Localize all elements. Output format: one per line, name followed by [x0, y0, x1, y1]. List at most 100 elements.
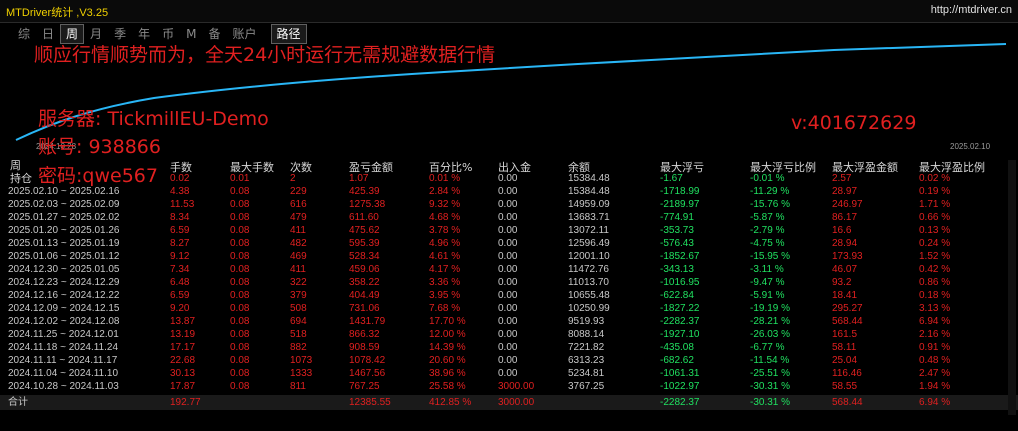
- cell-io: 0.00: [498, 303, 518, 314]
- cell-max-float-profit: 58.11: [832, 342, 857, 353]
- cell-max-lots: 0.01: [230, 173, 250, 184]
- table-row[interactable]: 2025.01.27 ~ 2025.02.02 8.34 0.08 479 611.60…: [0, 211, 1018, 224]
- table-row[interactable]: 2024.12.09 ~ 2024.12.15 9.20 0.08 508 731.06…: [0, 302, 1018, 315]
- cell-max-float-loss: -435.08: [660, 342, 694, 353]
- cell-max-lots: 0.08: [230, 329, 250, 340]
- cell-pnl: 1.07: [349, 173, 369, 184]
- cell-pnl: 595.39: [349, 238, 380, 249]
- cell-balance: 11472.76: [568, 264, 609, 275]
- cell-io: 0.00: [498, 329, 518, 340]
- cell-period: 2024.12.09 ~ 2024.12.15: [8, 303, 120, 314]
- weekly-rows: 2025.02.10 ~ 2025.02.16 4.38 0.08 229 425.39…: [0, 185, 1018, 393]
- table-row[interactable]: 2024.12.30 ~ 2025.01.05 7.34 0.08 411 459.06…: [0, 263, 1018, 276]
- table-row[interactable]: 2024.11.04 ~ 2024.11.10 30.13 0.08 1333 1467…: [0, 367, 1018, 380]
- cell-max-float-profit-pct: 0.19 %: [919, 186, 951, 197]
- cell-period: 2025.01.06 ~ 2025.01.12: [8, 251, 120, 262]
- cell-max-float-profit: 46.07: [832, 264, 858, 275]
- totals-max-float-loss: -2282.37: [660, 397, 700, 408]
- cell-lots: 0.02: [170, 173, 190, 184]
- cell-lots: 6.48: [170, 277, 190, 288]
- cell-balance: 14959.09: [568, 199, 610, 210]
- cell-max-float-profit-pct: 1.52 %: [919, 251, 951, 262]
- cell-max-lots: 0.08: [230, 251, 250, 262]
- cell-pnl: 475.62: [349, 225, 380, 236]
- cell-max-float-loss-pct: -5.87 %: [750, 212, 785, 223]
- cell-max-float-loss: -2189.97: [660, 199, 700, 210]
- table-row[interactable]: 2024.12.16 ~ 2024.12.22 6.59 0.08 379 404.49…: [0, 289, 1018, 302]
- table-row[interactable]: 2025.01.06 ~ 2025.01.12 9.12 0.08 469 528.34…: [0, 250, 1018, 263]
- cell-pct: 2.84 %: [429, 186, 461, 197]
- cell-pct: 12.00 %: [429, 329, 466, 340]
- cell-lots: 13.19: [170, 329, 196, 340]
- cell-period: 2024.12.30 ~ 2025.01.05: [8, 264, 120, 275]
- table-row[interactable]: 2025.02.10 ~ 2025.02.16 4.38 0.08 229 425.39…: [0, 185, 1018, 198]
- totals-max-float-loss-pct: -30.31 %: [750, 397, 791, 408]
- totals-pnl: 12385.55: [349, 397, 391, 408]
- cell-max-float-profit-pct: 1.71 %: [919, 199, 951, 210]
- totals-max-float-profit-pct: 6.94 %: [919, 397, 951, 408]
- cell-max-float-profit-pct: 0.18 %: [919, 290, 951, 301]
- table-row[interactable]: 2024.10.28 ~ 2024.11.03 17.87 0.08 811 767.2…: [0, 380, 1018, 393]
- cell-pct: 7.68 %: [429, 303, 461, 314]
- tab-summary[interactable]: 综: [12, 24, 36, 44]
- table-row[interactable]: 2024.11.11 ~ 2024.11.17 22.68 0.08 1073 1078…: [0, 354, 1018, 367]
- table-scrollbar[interactable]: [1008, 160, 1016, 415]
- cell-max-float-loss-pct: -19.19 %: [750, 303, 791, 314]
- cell-count: 2: [290, 173, 296, 184]
- table-row[interactable]: 2024.11.25 ~ 2024.12.01 13.19 0.08 518 866.3…: [0, 328, 1018, 341]
- cell-max-lots: 0.08: [230, 225, 250, 236]
- cell-max-float-profit: 568.44: [832, 316, 863, 327]
- table-row[interactable]: 2025.01.13 ~ 2025.01.19 8.27 0.08 482 595.39…: [0, 237, 1018, 250]
- cell-balance: 10250.99: [568, 303, 610, 314]
- cell-max-float-loss-pct: -15.95 %: [750, 251, 791, 262]
- cell-max-float-loss: -353.73: [660, 225, 694, 236]
- cell-max-float-loss-pct: -5.91 %: [750, 290, 785, 301]
- cell-max-float-profit-pct: 0.48 %: [919, 355, 951, 366]
- cell-pct: 4.96 %: [429, 238, 461, 249]
- cell-io: 0.00: [498, 199, 518, 210]
- cell-max-float-loss: -1852.67: [660, 251, 700, 262]
- cell-max-float-loss-pct: -2.79 %: [750, 225, 785, 236]
- table-row[interactable]: 2024.11.18 ~ 2024.11.24 17.17 0.08 882 908.5…: [0, 341, 1018, 354]
- table-row[interactable]: 2025.01.20 ~ 2025.01.26 6.59 0.08 411 475.62…: [0, 224, 1018, 237]
- cell-count: 229: [290, 186, 307, 197]
- cell-lots: 8.27: [170, 238, 190, 249]
- cell-period: 2025.01.20 ~ 2025.01.26: [8, 225, 120, 236]
- cell-max-float-profit: 58.55: [832, 381, 858, 392]
- cell-pnl: 528.34: [349, 251, 380, 262]
- cell-io: 0.00: [498, 316, 518, 327]
- chart-end-date: 2025.02.10: [950, 142, 991, 151]
- cell-max-float-loss: -1061.31: [660, 368, 700, 379]
- cell-max-lots: 0.08: [230, 186, 250, 197]
- table-row[interactable]: 2024.12.02 ~ 2024.12.08 13.87 0.08 694 1431.…: [0, 315, 1018, 328]
- cell-pct: 3.95 %: [429, 290, 461, 301]
- cell-count: 379: [290, 290, 307, 301]
- cell-percent: 0.01 %: [429, 173, 461, 184]
- cell-max-float-profit: 28.94: [832, 238, 858, 249]
- cell-balance: 7221.82: [568, 342, 605, 353]
- cell-balance: 3767.25: [568, 381, 605, 392]
- cell-max-float-profit: 18.41: [832, 290, 858, 301]
- cell-max-float-loss: -622.84: [660, 290, 694, 301]
- cell-pct: 4.17 %: [429, 264, 461, 275]
- cell-lots: 6.59: [170, 290, 190, 301]
- cell-lots: 7.34: [170, 264, 190, 275]
- table-row[interactable]: 2024.12.23 ~ 2024.12.29 6.48 0.08 322 358.22…: [0, 276, 1018, 289]
- cell-count: 694: [290, 316, 307, 327]
- cell-max-float-loss-pct: -11.29 %: [750, 186, 790, 197]
- cell-max-lots: 0.08: [230, 290, 250, 301]
- cell-pnl: 611.60: [349, 212, 379, 223]
- cell-lots: 6.59: [170, 225, 190, 236]
- cell-count: 616: [290, 199, 307, 210]
- cell-period: 2025.02.10 ~ 2025.02.16: [8, 186, 120, 197]
- cell-max-float-loss: -682.62: [660, 355, 694, 366]
- cell-max-lots: 0.08: [230, 381, 250, 392]
- cell-max-float-profit: 16.6: [832, 225, 852, 236]
- holding-row[interactable]: 0.02 0.01 2 1.07 0.01 % 0.00 15384.48 -1…: [0, 172, 1018, 185]
- website-link[interactable]: http://mtdriver.cn: [931, 4, 1012, 16]
- cell-count: 1073: [290, 355, 313, 366]
- cell-lots: 22.68: [170, 355, 196, 366]
- table-row[interactable]: 2025.02.03 ~ 2025.02.09 11.53 0.08 616 1275.…: [0, 198, 1018, 211]
- cell-pnl: 731.06: [349, 303, 380, 314]
- cell-max-float-profit: 116.46: [832, 368, 862, 379]
